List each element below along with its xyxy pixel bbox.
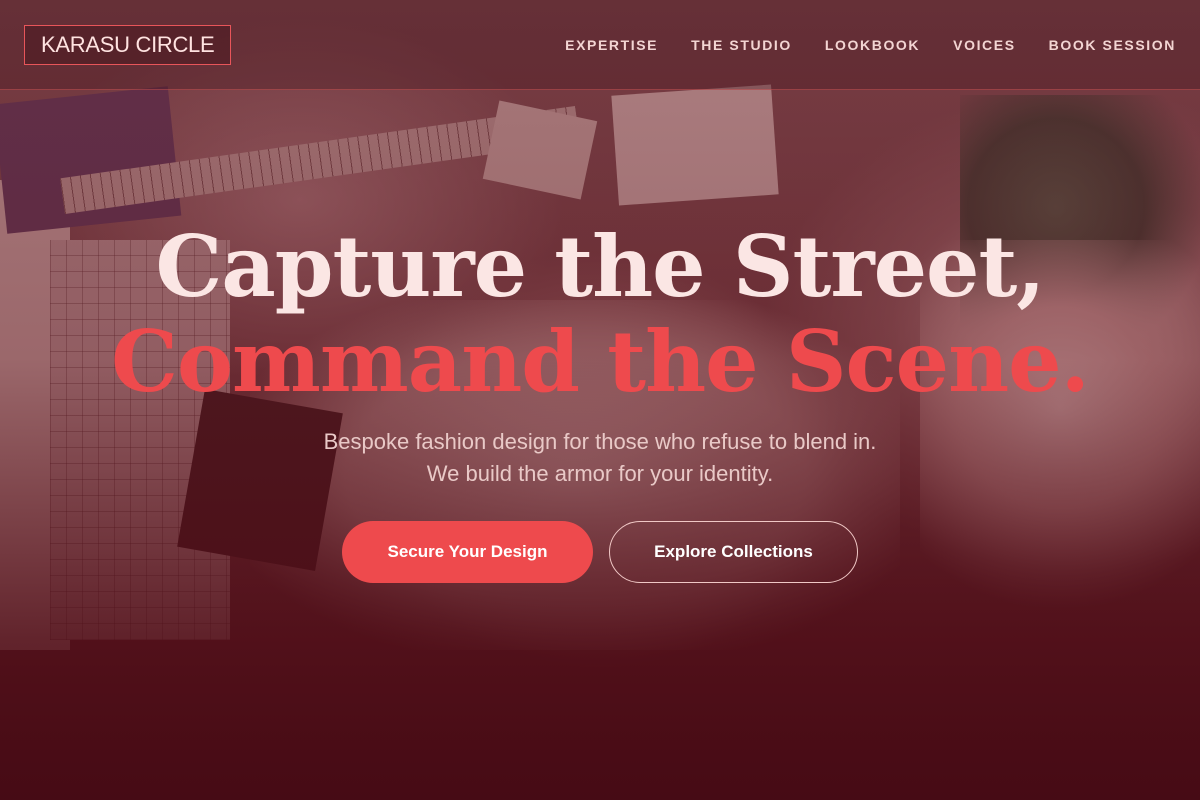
brand-logo[interactable]: KARASU CIRCLE xyxy=(24,24,232,65)
nav-item-book-session[interactable]: BOOK SESSION xyxy=(1049,37,1176,53)
explore-collections-button[interactable]: Explore Collections xyxy=(609,521,858,583)
nav-item-voices[interactable]: VOICES xyxy=(953,37,1016,53)
nav-item-expertise[interactable]: EXPERTISE xyxy=(565,37,658,53)
nav-item-the-studio[interactable]: THE STUDIO xyxy=(691,37,792,53)
secure-your-design-button[interactable]: Secure Your Design xyxy=(342,521,593,583)
site-header: KARASU CIRCLE EXPERTISE THE STUDIO LOOKB… xyxy=(0,0,1200,90)
hero-subtitle: Bespoke fashion design for those who ref… xyxy=(0,426,1200,490)
hero-section: Capture the Street, Command the Scene. B… xyxy=(0,220,1200,490)
hero-subtitle-line1: Bespoke fashion design for those who ref… xyxy=(323,429,877,454)
hero-headline-line1: Capture the Street, xyxy=(155,217,1045,316)
main-nav: EXPERTISE THE STUDIO LOOKBOOK VOICES BOO… xyxy=(565,37,1176,53)
nav-item-lookbook[interactable]: LOOKBOOK xyxy=(825,37,920,53)
hero-subtitle-line2: We build the armor for your identity. xyxy=(426,461,774,486)
hero-cta-group: Secure Your Design Explore Collections xyxy=(0,521,1200,583)
hero-headline-line2: Command the Scene. xyxy=(111,312,1090,411)
